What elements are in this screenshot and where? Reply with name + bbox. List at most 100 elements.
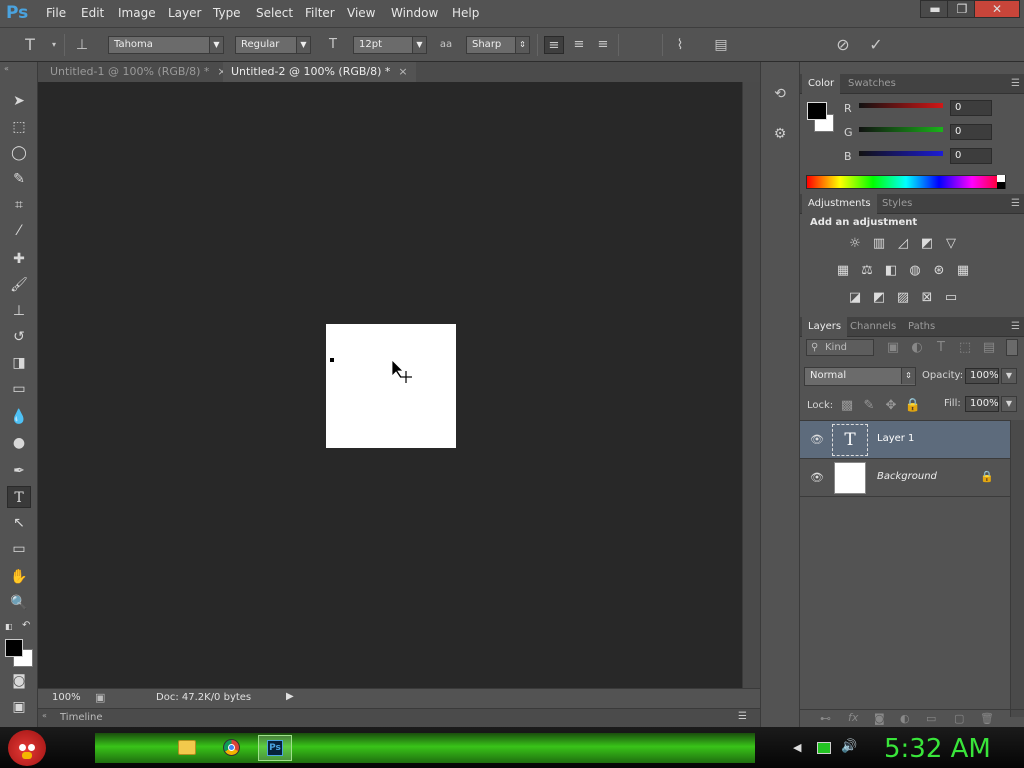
layer-filter-select[interactable]: ⚲ Kind bbox=[806, 339, 874, 356]
color-lookup-icon[interactable]: ▦ bbox=[954, 263, 972, 279]
vertical-scrollbar[interactable] bbox=[742, 82, 760, 688]
menu-file[interactable]: File bbox=[46, 6, 66, 20]
properties-panel-icon[interactable]: ⚙ bbox=[771, 126, 789, 148]
blend-mode-select[interactable]: Normal ⇕ bbox=[804, 367, 916, 386]
menu-image[interactable]: Image bbox=[118, 6, 156, 20]
tab-layers[interactable]: Layers bbox=[802, 317, 848, 337]
new-layer-icon[interactable]: ▢ bbox=[954, 712, 964, 725]
menu-filter[interactable]: Filter bbox=[305, 6, 335, 20]
menu-type[interactable]: Type bbox=[213, 6, 241, 20]
character-panel-icon[interactable]: ▤ bbox=[711, 36, 731, 54]
path-selection-tool-icon[interactable]: ↖ bbox=[7, 512, 31, 534]
layer-style-fx-icon[interactable]: fx bbox=[848, 711, 858, 724]
blur-tool-icon[interactable]: 💧 bbox=[7, 406, 31, 428]
clone-stamp-tool-icon[interactable]: ⊥ bbox=[7, 300, 31, 322]
panel-menu-icon[interactable]: ☰ bbox=[738, 711, 747, 722]
new-adjustment-layer-icon[interactable]: ◐ bbox=[900, 712, 910, 725]
tab-color[interactable]: Color bbox=[802, 74, 841, 94]
channel-mixer-icon[interactable]: ⊛ bbox=[930, 263, 948, 279]
spectrum-black-chip[interactable] bbox=[997, 182, 1005, 189]
photo-filter-icon[interactable]: ◍ bbox=[906, 263, 924, 279]
panel-menu-icon[interactable]: ☰ bbox=[1011, 198, 1020, 209]
channel-r-input[interactable]: 0 bbox=[950, 100, 992, 116]
minimize-button[interactable]: ▬ bbox=[920, 0, 950, 18]
black-white-icon[interactable]: ◧ bbox=[882, 263, 900, 279]
tray-monitor-icon[interactable] bbox=[817, 742, 831, 754]
history-brush-tool-icon[interactable]: ↺ bbox=[7, 326, 31, 348]
pen-tool-icon[interactable]: ✒ bbox=[7, 460, 31, 482]
filter-type-icon[interactable]: T bbox=[932, 340, 950, 356]
file-explorer-taskbar-icon[interactable] bbox=[178, 740, 196, 755]
swap-colors-icon[interactable]: ↶ bbox=[22, 620, 30, 631]
rectangle-tool-icon[interactable]: ▭ bbox=[7, 538, 31, 560]
panel-menu-icon[interactable]: ☰ bbox=[1011, 78, 1020, 89]
opacity-input[interactable]: 100% bbox=[965, 368, 999, 384]
spectrum-white-chip[interactable] bbox=[997, 175, 1005, 182]
menu-select[interactable]: Select bbox=[256, 6, 293, 20]
layers-scrollbar[interactable] bbox=[1010, 420, 1024, 717]
warp-text-icon[interactable]: ⌇ bbox=[670, 36, 690, 54]
timeline-label[interactable]: Timeline bbox=[60, 712, 103, 723]
align-left-icon[interactable]: ≡ bbox=[544, 36, 564, 54]
eye-visibility-icon[interactable]: 👁 bbox=[810, 471, 824, 484]
fill-dropdown-icon[interactable]: ▼ bbox=[1001, 396, 1017, 412]
tab-adjustments[interactable]: Adjustments bbox=[802, 194, 877, 214]
channel-b-input[interactable]: 0 bbox=[950, 148, 992, 164]
dodge-tool-icon[interactable]: ● bbox=[7, 432, 31, 454]
tab-paths[interactable]: Paths bbox=[902, 317, 941, 337]
invert-icon[interactable]: ◪ bbox=[846, 290, 864, 306]
opacity-dropdown-icon[interactable]: ▼ bbox=[1001, 368, 1017, 384]
chrome-taskbar-icon[interactable] bbox=[223, 739, 240, 756]
hue-saturation-icon[interactable]: ▦ bbox=[834, 263, 852, 279]
close-window-button[interactable]: ✕ bbox=[974, 0, 1020, 18]
curves-icon[interactable]: ◿ bbox=[894, 236, 912, 252]
screen-mode-icon[interactable]: ▣ bbox=[7, 696, 31, 718]
quick-select-tool-icon[interactable]: ✎ bbox=[7, 168, 31, 190]
exposure-icon[interactable]: ◩ bbox=[918, 236, 936, 252]
new-group-icon[interactable]: ▭ bbox=[926, 712, 936, 725]
posterize-icon[interactable]: ◩ bbox=[870, 290, 888, 306]
filter-toggle-switch[interactable] bbox=[1006, 339, 1018, 356]
channel-g-input[interactable]: 0 bbox=[950, 124, 992, 140]
panel-menu-icon[interactable]: ☰ bbox=[1011, 321, 1020, 332]
filter-adjustment-icon[interactable]: ◐ bbox=[908, 340, 926, 356]
close-icon[interactable]: × bbox=[398, 65, 407, 78]
link-layers-icon[interactable]: ⊷ bbox=[820, 712, 831, 725]
eraser-tool-icon[interactable]: ◨ bbox=[7, 352, 31, 374]
align-center-icon[interactable]: ≡ bbox=[569, 36, 589, 54]
gradient-tool-icon[interactable]: ▭ bbox=[7, 378, 31, 400]
menu-view[interactable]: View bbox=[347, 6, 375, 20]
layer-row-background[interactable]: 👁 Background 🔒 bbox=[800, 459, 1010, 497]
commit-check-icon[interactable]: ✓ bbox=[866, 36, 886, 54]
history-panel-icon[interactable]: ⟲ bbox=[771, 86, 789, 108]
filter-pixel-icon[interactable]: ▣ bbox=[884, 340, 902, 356]
tool-preset-chevron-icon[interactable]: ▾ bbox=[44, 36, 64, 54]
document-canvas[interactable] bbox=[326, 324, 456, 448]
filter-shape-icon[interactable]: ⬚ bbox=[956, 340, 974, 356]
color-balance-icon[interactable]: ⚖ bbox=[858, 263, 876, 279]
filter-smart-object-icon[interactable]: ▤ bbox=[980, 340, 998, 356]
collapse-arrows-icon[interactable]: « bbox=[4, 64, 9, 73]
font-family-select[interactable]: Tahoma ▼ bbox=[108, 36, 224, 54]
tab-swatches[interactable]: Swatches bbox=[842, 74, 902, 94]
selective-color-icon[interactable]: ⊠ bbox=[918, 290, 936, 306]
tray-expand-icon[interactable]: ◀ bbox=[793, 741, 801, 754]
menu-layer[interactable]: Layer bbox=[168, 6, 201, 20]
menu-window[interactable]: Window bbox=[391, 6, 438, 20]
zoom-fit-icon[interactable]: ▣ bbox=[95, 691, 105, 704]
brightness-contrast-icon[interactable]: ☼ bbox=[846, 236, 864, 252]
levels-icon[interactable]: ▥ bbox=[870, 236, 888, 252]
tab-styles[interactable]: Styles bbox=[876, 194, 918, 214]
gradient-map-icon[interactable]: ▭ bbox=[942, 290, 960, 306]
zoom-level[interactable]: 100% bbox=[52, 692, 81, 703]
tab-untitled-2[interactable]: Untitled-2 @ 100% (RGB/8) * × bbox=[223, 62, 416, 82]
restore-button[interactable]: ❐ bbox=[947, 0, 977, 18]
vibrance-icon[interactable]: ▽ bbox=[942, 236, 960, 252]
start-button-angry-bird-icon[interactable] bbox=[8, 730, 46, 766]
volume-icon[interactable]: 🔊 bbox=[841, 739, 857, 754]
lock-pixels-icon[interactable]: ✎ bbox=[860, 398, 878, 414]
channel-b-slider[interactable] bbox=[859, 151, 943, 156]
lasso-tool-icon[interactable]: ◯ bbox=[7, 142, 31, 164]
tab-channels[interactable]: Channels bbox=[844, 317, 902, 337]
hand-tool-icon[interactable]: ✋ bbox=[7, 566, 31, 588]
